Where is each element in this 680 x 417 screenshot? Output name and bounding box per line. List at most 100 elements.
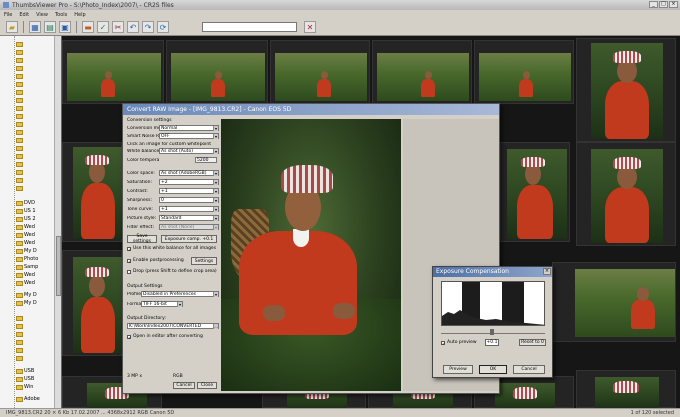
menu-tools[interactable]: Tools [55,12,67,18]
cancel-button[interactable]: Cancel [173,382,195,389]
tree-item[interactable]: US 1 [16,208,36,214]
tree-item[interactable] [16,50,23,55]
open-in-editor-option[interactable]: ✓ Open in editor after converting [127,334,203,339]
preview-button[interactable]: Preview [443,365,473,374]
thumbnail[interactable] [270,40,370,104]
thumbnail[interactable] [576,142,676,246]
scrollbar-thumb[interactable] [56,236,61,296]
tree-item[interactable]: Wed [16,280,35,286]
tree-item[interactable] [16,162,23,167]
list-view-icon[interactable]: ▤ [44,21,56,33]
tree-item[interactable]: US 2 [16,216,36,222]
print-icon[interactable]: ▬ [82,21,94,33]
checkbox[interactable]: ✓ [127,246,131,251]
tree-item[interactable]: Photo [16,256,38,262]
refresh-icon[interactable]: ⟳ [157,21,169,33]
use-wb-all-option[interactable]: ✓ Use this white balance for all images [127,246,216,251]
tree-item[interactable] [16,106,23,111]
tree-item[interactable] [16,138,23,143]
maximize-button[interactable]: □ [659,1,668,8]
checkbox[interactable]: ✓ [127,334,131,339]
ok-button[interactable]: OK [479,365,507,374]
thumbnail[interactable] [576,370,676,409]
tree-item[interactable] [16,58,23,63]
tree-item[interactable] [16,122,23,127]
menu-view[interactable]: View [36,12,48,18]
delete-icon[interactable]: ✕ [304,21,316,33]
auto-preview-option[interactable]: ✓ Auto preview [441,340,477,345]
menu-help[interactable]: Help [74,12,85,18]
picture-style-select[interactable]: Standard ▾ [159,215,219,221]
tree-item[interactable] [16,130,23,135]
output-directory-field[interactable]: K:\Work\Index2007\CONVERTED… [127,323,219,329]
thumbnail[interactable] [62,40,164,104]
grid-view-icon[interactable]: ▦ [29,21,41,33]
tree-item[interactable]: Wed [16,232,35,238]
tree-item[interactable] [16,332,23,337]
browse-icon[interactable]: … [213,323,218,329]
color-temperature-field[interactable]: 5200 [195,157,217,163]
save-settings-button[interactable]: Save settings [127,234,157,244]
tree-item[interactable] [16,356,23,361]
check-icon[interactable]: ✓ [97,21,109,33]
tree-item[interactable] [16,82,23,87]
tree-item[interactable] [16,316,23,321]
folder-open-icon[interactable]: ▰ [6,21,18,33]
folder-tree[interactable]: DVD US 1 US 2 Wed Wed Wed My D Photo Sam… [0,36,62,408]
path-dropdown[interactable] [202,22,297,32]
slider-thumb[interactable] [490,329,494,335]
tree-item[interactable]: Wed [16,272,35,278]
filter-effect-select[interactable]: As shot (None) ▾ [159,224,219,230]
raw-preview-image[interactable] [221,119,401,391]
rotate-left-icon[interactable]: ↶ [127,21,139,33]
tree-item[interactable]: My D [16,300,37,306]
close-icon[interactable]: × [543,268,551,275]
noise-reduction-select[interactable]: OFF ▾ [159,133,219,139]
thumbnail[interactable] [372,40,472,104]
cancel-button[interactable]: Cancel [513,365,545,374]
checkbox[interactable] [127,269,131,274]
white-balance-select[interactable]: As shot (Auto) ▾ [159,148,219,154]
tree-item[interactable] [16,90,23,95]
scissors-icon[interactable]: ✂ [112,21,124,33]
slideshow-icon[interactable]: ▣ [59,21,71,33]
exposure-value-field[interactable]: +0.1 [485,339,499,346]
format-select[interactable]: TIFF 16-bit ▾ [141,301,183,307]
thumbnail[interactable] [62,142,123,242]
tree-item[interactable] [16,98,23,103]
thumbnail[interactable] [62,250,123,356]
postprocessing-settings-button[interactable]: Settings [191,257,217,265]
thumbnail[interactable] [166,40,268,104]
tree-item[interactable] [16,66,23,71]
conversion-method-select[interactable]: Normal ▾ [159,125,219,131]
tree-item[interactable]: Wed [16,224,35,230]
tree-item[interactable] [16,340,23,345]
tree-item[interactable] [16,348,23,353]
checkbox[interactable]: ✓ [127,258,131,263]
tree-item[interactable] [16,170,23,175]
menu-file[interactable]: File [4,12,12,18]
profile-select[interactable]: Disabled in Preferences ▾ [141,291,219,297]
enable-postprocessing-option[interactable]: ✓ Enable postprocessing [127,258,184,263]
tree-item[interactable] [16,114,23,119]
tree-item[interactable]: Samp [16,264,38,270]
reset-button[interactable]: Reset to 0 [519,339,546,346]
tree-item[interactable] [16,324,23,329]
close-dialog-button[interactable]: Close [197,382,217,389]
exposure-slider[interactable] [441,329,545,335]
contrast-select[interactable]: +1 ▾ [159,188,219,194]
exposure-comp-button[interactable]: Exposure comp. +0.1 [161,235,217,243]
thumbnail[interactable] [576,38,676,142]
tree-item[interactable]: USB [16,376,34,382]
tree-item[interactable] [16,42,23,47]
tree-item[interactable] [16,186,23,191]
tree-item[interactable] [16,178,23,183]
color-space-select[interactable]: As shot (AdobeRGB) ▾ [159,170,219,176]
tree-item[interactable]: USB [16,368,34,374]
tree-item[interactable]: Wed [16,240,35,246]
tree-item[interactable]: DVD [16,200,35,206]
thumbnail[interactable] [500,142,570,242]
tree-item[interactable] [16,154,23,159]
tree-item[interactable]: My D [16,248,37,254]
sharpness-select[interactable]: 0 ▾ [159,197,219,203]
